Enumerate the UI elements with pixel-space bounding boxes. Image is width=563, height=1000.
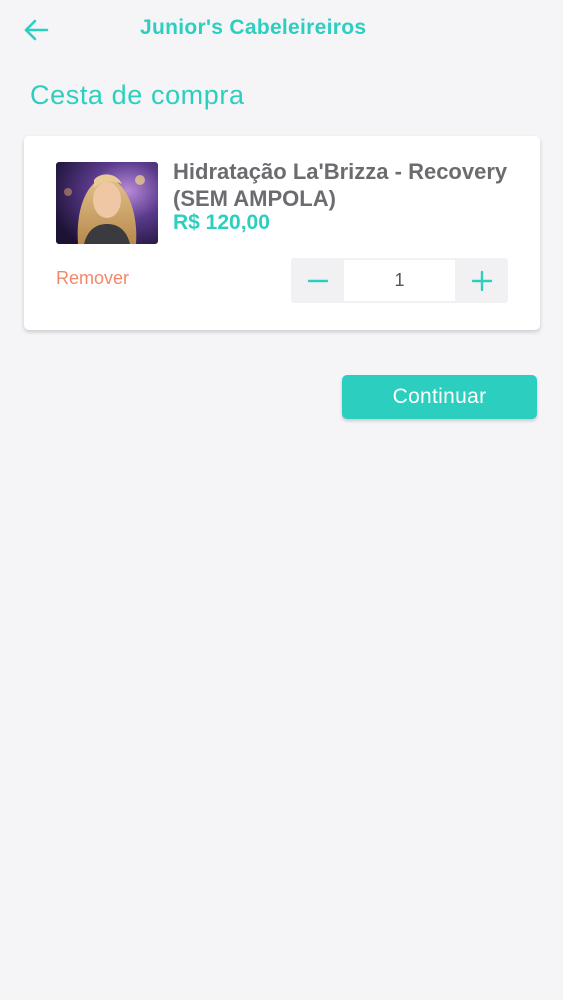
arrow-left-icon <box>24 19 49 41</box>
cart-item-card: Hidratação La'Brizza - Recovery (SEM AMP… <box>24 136 540 330</box>
quantity-field[interactable]: 1 <box>344 260 455 301</box>
decrease-quantity-button[interactable] <box>291 258 344 303</box>
minus-icon <box>307 279 328 282</box>
continue-button[interactable]: Continuar <box>342 375 537 419</box>
increase-quantity-button[interactable] <box>455 258 508 303</box>
page-title: Cesta de compra <box>30 80 245 110</box>
plus-icon <box>471 270 492 291</box>
quantity-stepper: 1 <box>291 258 508 303</box>
product-image <box>56 162 158 244</box>
product-name: Hidratação La'Brizza - Recovery (SEM AMP… <box>173 159 508 211</box>
app-title: Junior's Cabeleireiros <box>140 16 367 39</box>
app-header: Junior's Cabeleireiros <box>0 0 563 60</box>
back-button[interactable] <box>16 12 56 48</box>
remove-button[interactable]: Remover <box>56 268 129 289</box>
product-price: R$ 120,00 <box>173 211 270 234</box>
